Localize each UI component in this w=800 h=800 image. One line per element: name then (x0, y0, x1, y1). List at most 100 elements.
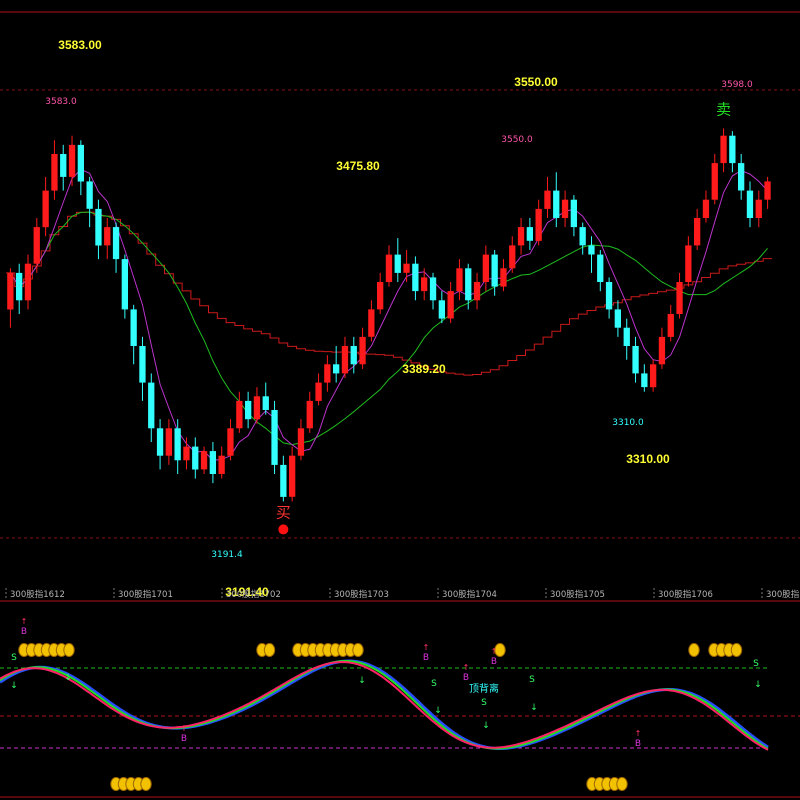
candle-body (746, 190, 754, 218)
candle-body (16, 272, 23, 301)
candle-body (588, 245, 595, 255)
sell-level-label: S (11, 653, 17, 663)
candle-body (553, 190, 560, 218)
candle-body (509, 245, 516, 269)
candle-body (570, 199, 577, 228)
up-arrow-icon: ↑ (635, 729, 642, 738)
candle-body (711, 163, 718, 200)
candle-body (24, 263, 32, 301)
buy-level-label: B (423, 653, 429, 663)
up-arrow-icon: ↑ (491, 647, 498, 656)
candle-body (377, 282, 384, 310)
candle-body (253, 396, 261, 420)
candle-body (579, 227, 586, 246)
candle-body (641, 373, 648, 388)
candle-body (614, 309, 621, 328)
price-label: 3475.80 (336, 159, 380, 173)
candle-body (676, 282, 683, 314)
candle-body (297, 428, 305, 456)
candle-body (561, 199, 569, 218)
candle-body (271, 410, 278, 465)
down-arrow-icon: ↓ (482, 721, 490, 731)
coin-marker-icon (616, 777, 628, 791)
candle-body (500, 268, 507, 287)
x-tick-label: 300股指1707 (766, 589, 800, 600)
down-arrow-icon: ↓ (358, 676, 366, 686)
candle-body (429, 277, 437, 301)
down-arrow-icon: ↓ (754, 680, 762, 690)
x-axis-ticks: 300股指1612 300股指1701 300股指1702 300股指1703 300股… (5, 588, 800, 600)
candle-body (60, 154, 67, 177)
divergence-label: 顶背离 (469, 682, 499, 695)
small-price-label: 3598.0 (721, 80, 753, 90)
futures-chart: 卖买 3583.00 3475.80 3550.00 3389.20 3310.00 31… (0, 11, 800, 798)
x-tick-label: 300股指1704 (442, 589, 497, 600)
price-label: 3550.00 (514, 75, 558, 89)
x-tick-label: 300股指1612 (10, 589, 65, 600)
candle-body (86, 181, 93, 209)
candle-body (456, 268, 463, 292)
candle-body (412, 263, 419, 292)
candle-body (685, 245, 692, 282)
candle-body (121, 259, 128, 310)
candle-body (156, 428, 164, 456)
candle-body (465, 268, 472, 301)
candle-body (209, 451, 216, 474)
up-arrow-icon: ↑ (423, 643, 430, 652)
price-label: 3389.20 (402, 362, 446, 376)
buy-signal-icon: 买 (276, 503, 291, 521)
candle-body (359, 336, 366, 365)
candle-body (200, 451, 208, 470)
coin-marker-icon (63, 643, 75, 657)
candle-body (341, 346, 349, 374)
candle-body (632, 346, 639, 374)
ma-short-path (9, 168, 768, 461)
candle-body (491, 254, 498, 287)
price-label: 3310.00 (626, 452, 670, 466)
candle-body (174, 428, 181, 461)
low-marker-dot (278, 524, 289, 535)
coin-marker-icon (352, 643, 364, 657)
sell-level-label: S (753, 659, 759, 669)
down-arrow-icon: ↓ (530, 703, 538, 713)
candle-body (403, 263, 410, 273)
ma-long-line (6, 211, 772, 376)
candle-body (183, 446, 190, 461)
candle-body (262, 396, 269, 410)
candle-body (165, 428, 172, 456)
buy-level-label: B (635, 739, 641, 749)
sell-signal-icon: 卖 (716, 100, 731, 118)
candle-body (280, 464, 287, 497)
candle-body (473, 282, 481, 301)
x-tick-label: 300股指1705 (550, 589, 605, 600)
candle-body (68, 144, 76, 177)
small-price-label: 3583.0 (45, 97, 77, 107)
x-tick-label: 300股指1701 (118, 589, 173, 600)
candle-body (544, 190, 551, 209)
candle-body (623, 327, 630, 346)
candle-body (482, 254, 489, 282)
candle-body (702, 199, 710, 218)
candle-body (394, 254, 401, 273)
sell-level-label: S (529, 675, 535, 685)
candle-body (447, 291, 454, 319)
x-tick-label: 300股指1703 (334, 589, 389, 600)
small-price-label: 3310.0 (612, 418, 644, 428)
ma-short-line (9, 168, 768, 461)
candle-body (139, 346, 146, 383)
candle-body (368, 309, 375, 337)
candle-body (130, 309, 137, 346)
candle-body (755, 199, 762, 218)
coin-marker-icon (688, 643, 700, 657)
candle-body (729, 135, 736, 164)
candle-body (7, 272, 14, 310)
candle-body (148, 382, 155, 429)
candle-body (764, 181, 771, 200)
candle-body (350, 346, 357, 365)
candle-body (438, 300, 445, 319)
candle-body (720, 135, 727, 164)
candle-body (597, 254, 604, 282)
coin-marker-icon (730, 643, 743, 657)
down-arrow-icon: ↓ (10, 681, 18, 691)
x-tick-label: 300股指1702 (226, 589, 281, 600)
